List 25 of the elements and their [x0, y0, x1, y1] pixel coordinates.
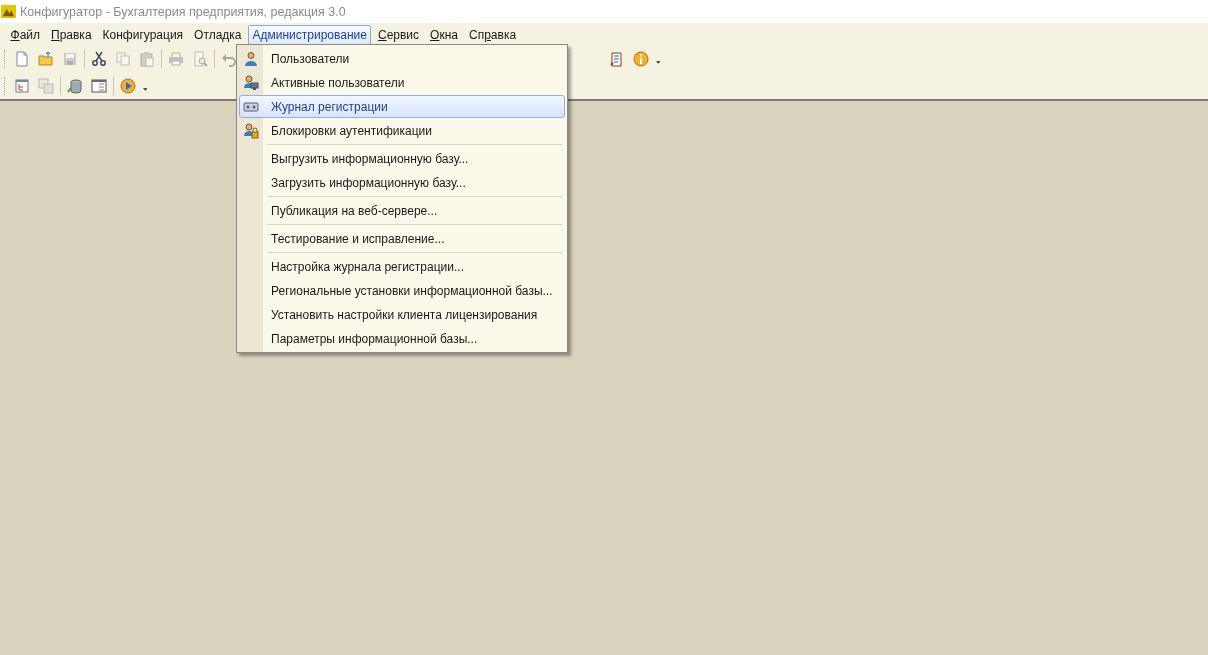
menu-item[interactable]: Отладка — [189, 24, 247, 45]
menu-item[interactable]: Правка — [46, 24, 97, 45]
menu-item[interactable]: Региональные установки информационной базы... — [239, 279, 565, 302]
menu-item[interactable]: Справка — [464, 24, 521, 45]
menu-item[interactable]: Выгрузить информационную базу... — [239, 147, 565, 170]
menu-item[interactable]: Пользователи — [239, 47, 565, 70]
menu-item[interactable]: Блокировки аутентификации — [239, 119, 565, 142]
menu-item[interactable]: Администрирование — [248, 24, 372, 45]
app-logo-icon — [1, 4, 16, 19]
user-lock-icon — [243, 122, 259, 139]
menu-item[interactable]: Окна — [425, 24, 463, 45]
menu-item[interactable]: Параметры информационной базы... — [239, 327, 565, 350]
user-monitor-icon — [243, 74, 259, 91]
menu-item[interactable]: Сервис — [373, 24, 424, 45]
menu-item[interactable]: Публикация на веб-сервере... — [239, 199, 565, 222]
menu-item[interactable]: Установить настройки клиента лицензирования — [239, 303, 565, 326]
user-icon — [243, 50, 259, 67]
menu-item[interactable]: Настройка журнала регистрации... — [239, 255, 565, 278]
window-title: Конфигуратор - Бухгалтерия предприятия, редакция 3.0 — [20, 4, 346, 19]
menu-item[interactable]: Тестирование и исправление... — [239, 227, 565, 250]
menu-item[interactable]: Активные пользователи — [239, 71, 565, 94]
menu-item[interactable]: Конфигурация — [98, 24, 188, 45]
menu-item[interactable]: Загрузить информационную базу... — [239, 171, 565, 194]
menu-item[interactable]: Файл — [6, 24, 45, 45]
menu-item[interactable]: Журнал регистрации — [239, 95, 565, 118]
